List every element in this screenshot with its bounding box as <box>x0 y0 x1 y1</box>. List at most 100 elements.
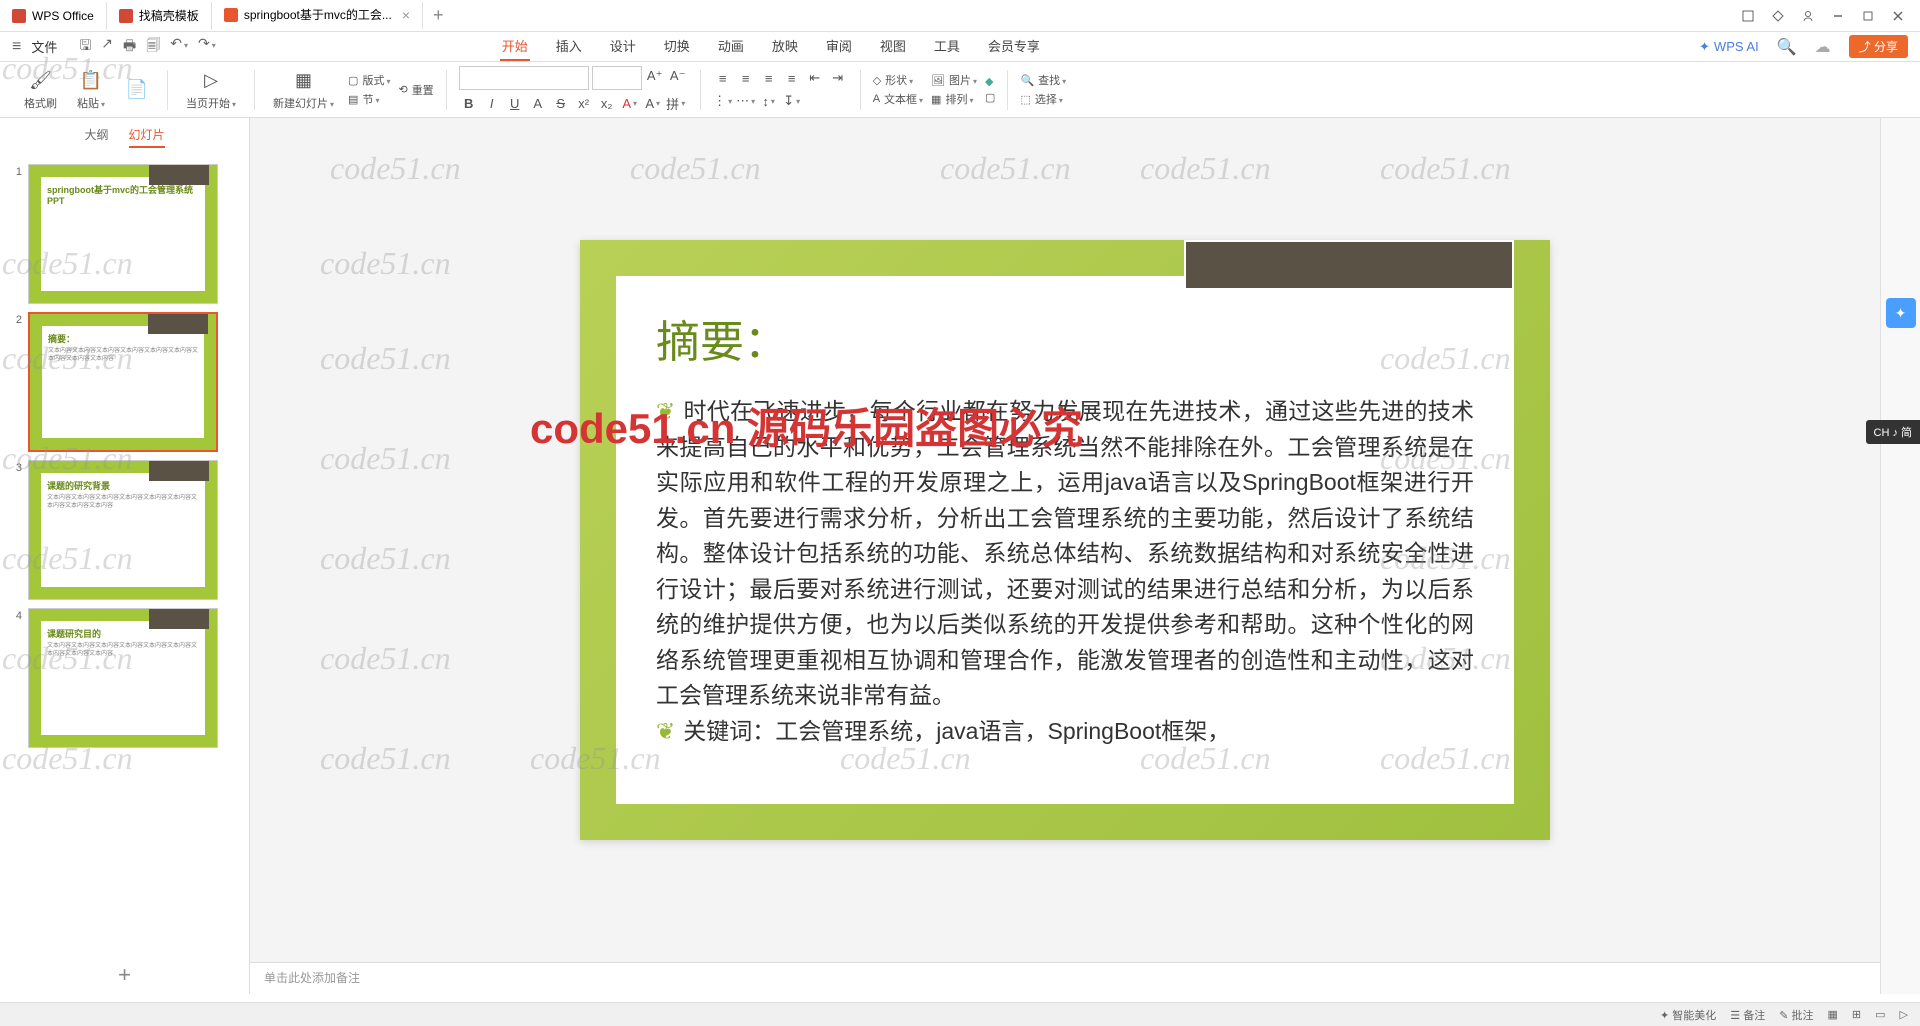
tab-tools[interactable]: 工具 <box>932 32 962 61</box>
slide-thumbnail[interactable]: 课题的研究背景文本内容文本内容文本内容文本内容文本内容文本内容文本内容文本内容文… <box>28 460 218 600</box>
panel-tab-slides[interactable]: 幻灯片 <box>129 126 165 148</box>
undo-button[interactable]: ↶ <box>170 35 188 59</box>
cloud-sync-icon[interactable]: ☁ <box>1815 37 1831 57</box>
align-center-icon[interactable]: ≡ <box>736 68 756 88</box>
textbox-button[interactable]: A文本框 <box>873 91 923 107</box>
pinyin-button[interactable]: 拼 <box>666 93 686 113</box>
slide-content-frame: 摘要： ❦时代在飞速进步，每个行业都在努力发展现在先进技术，通过这些先进的技术来… <box>616 276 1514 804</box>
new-slide-button[interactable]: ▦新建幻灯片 <box>267 69 340 111</box>
slide-thumbnail[interactable]: springboot基于mvc的工会管理系统PPT <box>28 164 218 304</box>
strikethrough-s-button[interactable]: S <box>551 93 571 113</box>
window-box1-icon[interactable] <box>1734 2 1762 30</box>
tab-home[interactable]: 开始 <box>500 32 530 61</box>
indent-increase-icon[interactable]: ⇥ <box>828 68 848 88</box>
close-button[interactable] <box>1884 2 1912 30</box>
status-comments[interactable]: ✎ 批注 <box>1779 1007 1813 1023</box>
highlight-button[interactable]: A <box>643 93 663 113</box>
status-view-slideshow-icon[interactable]: ▷ <box>1900 1008 1908 1021</box>
clipboard-more-icon[interactable]: 📄 <box>119 78 155 102</box>
line-spacing-button[interactable]: ↕ <box>759 91 779 111</box>
tab-design[interactable]: 设计 <box>608 32 638 61</box>
tab-transition[interactable]: 切换 <box>662 32 692 61</box>
print-icon[interactable]: 🖶 <box>123 35 136 59</box>
text-direction-button[interactable]: ↧ <box>782 91 802 111</box>
new-tab-button[interactable]: + <box>423 5 454 26</box>
tab-close-icon[interactable]: × <box>402 7 410 23</box>
tab-member[interactable]: 会员专享 <box>986 32 1042 61</box>
file-menu[interactable]: 文件 <box>31 37 57 56</box>
slide-panel: 大纲 幻灯片 1springboot基于mvc的工会管理系统PPT2摘要：文本内… <box>0 118 250 994</box>
shape-outline-icon[interactable]: ▢ <box>985 91 995 104</box>
section-button[interactable]: ▤节 <box>348 91 390 107</box>
status-view-reading-icon[interactable]: ▭ <box>1875 1008 1885 1021</box>
add-slide-button[interactable]: + <box>0 956 249 994</box>
notes-pane[interactable]: 单击此处添加备注 <box>250 962 1880 994</box>
numbering-button[interactable]: ⋯ <box>736 91 756 111</box>
wps-ai-button[interactable]: ✦ WPS AI <box>1699 39 1759 55</box>
select-button[interactable]: ⬚选择 <box>1020 91 1066 107</box>
share-button[interactable]: ⤴ 分享 <box>1849 35 1908 58</box>
shape-fill-icon[interactable]: ◆ <box>985 75 995 88</box>
find-button[interactable]: 🔍查找 <box>1020 72 1066 88</box>
print-preview-icon[interactable]: 🗐 <box>146 35 160 59</box>
export-icon[interactable]: ↗ <box>101 35 113 59</box>
tab-review[interactable]: 审阅 <box>824 32 854 61</box>
picture-button[interactable]: 🖼图片 <box>931 72 977 88</box>
minimize-button[interactable] <box>1824 2 1852 30</box>
bold-button[interactable]: B <box>459 93 479 113</box>
shape-button[interactable]: ◇形状 <box>873 72 923 88</box>
status-view-sorter-icon[interactable]: ⊞ <box>1852 1008 1861 1021</box>
tab-animation[interactable]: 动画 <box>716 32 746 61</box>
tab-view[interactable]: 视图 <box>878 32 908 61</box>
align-left-icon[interactable]: ≡ <box>713 68 733 88</box>
align-right-icon[interactable]: ≡ <box>759 68 779 88</box>
paste-button[interactable]: 📋粘贴 <box>71 69 111 111</box>
ime-badge[interactable]: CH ♪ 简 <box>1866 420 1920 444</box>
align-justify-icon[interactable]: ≡ <box>782 68 802 88</box>
window-box2-icon[interactable] <box>1764 2 1792 30</box>
maximize-button[interactable] <box>1854 2 1882 30</box>
rail-ai-icon[interactable]: ✦ <box>1886 298 1916 328</box>
bullets-button[interactable]: ⋮ <box>713 91 733 111</box>
status-beautify[interactable]: ✦ 智能美化 <box>1660 1007 1716 1023</box>
font-family-select[interactable] <box>459 66 589 90</box>
document-tab[interactable]: springboot基于mvc的工会...× <box>212 2 423 30</box>
superscript-button[interactable]: x² <box>574 93 594 113</box>
tab-play[interactable]: 放映 <box>770 32 800 61</box>
layout-button[interactable]: ▢版式 <box>348 72 390 88</box>
decrease-font-icon[interactable]: A⁻ <box>668 66 688 86</box>
font-size-select[interactable] <box>592 66 642 90</box>
app-tab-template[interactable]: 找稿壳模板 <box>107 2 212 30</box>
status-view-normal-icon[interactable]: ▦ <box>1828 1008 1838 1021</box>
window-controls <box>1734 2 1920 30</box>
template-icon <box>119 9 133 23</box>
slide-heading[interactable]: 摘要： <box>656 306 1474 370</box>
thumb-number: 1 <box>10 164 22 304</box>
status-notes[interactable]: ☰ 备注 <box>1730 1007 1765 1023</box>
tab-insert[interactable]: 插入 <box>554 32 584 61</box>
window-user-icon[interactable] <box>1794 2 1822 30</box>
arrange-button[interactable]: ▦排列 <box>931 91 977 107</box>
panel-tab-outline[interactable]: 大纲 <box>84 126 108 148</box>
format-painter-button[interactable]: 🖌格式刷 <box>18 69 63 111</box>
italic-button[interactable]: I <box>482 93 502 113</box>
right-rail: ✦ <box>1880 118 1920 994</box>
app-tab-wps[interactable]: WPS Office <box>0 2 107 30</box>
increase-font-icon[interactable]: A⁺ <box>645 66 665 86</box>
save-icon[interactable]: 🖫 <box>79 35 91 59</box>
reset-button[interactable]: ⟲重置 <box>398 82 433 98</box>
slide-thumbnail[interactable]: 课题研究目的文本内容文本内容文本内容文本内容文本内容文本内容文本内容文本内容文本… <box>28 608 218 748</box>
redo-button[interactable]: ↷ <box>198 35 216 59</box>
slide-viewport[interactable]: 摘要： ❦时代在飞速进步，每个行业都在努力发展现在先进技术，通过这些先进的技术来… <box>250 118 1880 962</box>
font-color-button[interactable]: A <box>620 93 640 113</box>
slide-corner-decoration <box>1184 240 1514 290</box>
underline-button[interactable]: U <box>505 93 525 113</box>
subscript-button[interactable]: x₂ <box>597 93 617 113</box>
hamburger-icon[interactable]: ≡ <box>12 38 21 56</box>
slide-thumbnail[interactable]: 摘要：文本内容文本内容文本内容文本内容文本内容文本内容文本内容文本内容文本内容 <box>28 312 218 452</box>
indent-decrease-icon[interactable]: ⇤ <box>805 68 825 88</box>
global-search-icon[interactable]: 🔍 <box>1777 37 1797 57</box>
slide-current[interactable]: 摘要： ❦时代在飞速进步，每个行业都在努力发展现在先进技术，通过这些先进的技术来… <box>580 240 1550 840</box>
strikethrough-button[interactable]: A <box>528 93 548 113</box>
play-from-current-button[interactable]: ▷当页开始 <box>180 69 242 111</box>
